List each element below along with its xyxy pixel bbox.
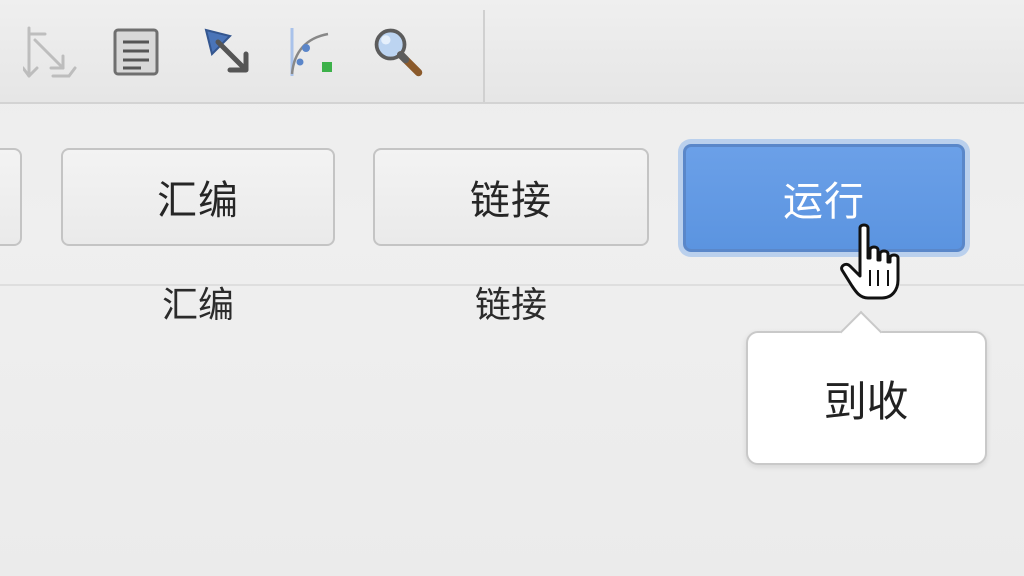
link-button-label: 链接: [470, 178, 552, 224]
magnifier-icon[interactable]: [370, 22, 426, 82]
previous-button[interactable]: [0, 148, 22, 246]
tooltip-text: 剅收: [824, 376, 909, 426]
link-button[interactable]: 链接: [373, 148, 649, 246]
assemble-button-label: 汇编: [157, 178, 239, 224]
list-document-icon[interactable]: [108, 22, 164, 82]
hand-cursor-icon: [838, 222, 904, 304]
assemble-button[interactable]: 汇编: [61, 148, 335, 246]
toolbar: [0, 0, 1024, 104]
run-tooltip: 剅收: [746, 310, 987, 465]
route-arrows-icon[interactable]: [22, 22, 78, 82]
run-button-label: 运行: [783, 179, 865, 225]
diagonal-arrow-icon[interactable]: [200, 22, 256, 82]
run-button[interactable]: 运行: [683, 144, 965, 252]
toolbar-separator: [483, 10, 485, 102]
curve-points-icon[interactable]: [284, 22, 340, 82]
